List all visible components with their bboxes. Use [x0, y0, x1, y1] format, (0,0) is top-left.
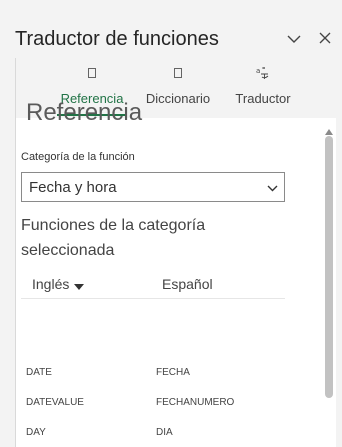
dictionary-icon [171, 66, 185, 80]
english-function-name: DATEVALUE [26, 397, 84, 408]
column-header-spanish[interactable]: Español [162, 276, 213, 292]
table-row[interactable]: DATE FECHA [21, 358, 285, 388]
category-select-value: Fecha y hora [29, 179, 117, 196]
spanish-function-name: FECHANUMERO [156, 397, 235, 408]
table-row[interactable]: DATEVALUE FECHANUMERO [21, 388, 285, 418]
english-function-name: DATE [26, 367, 52, 378]
category-select[interactable]: Fecha y hora [21, 172, 285, 202]
tab-label: Traductor [235, 91, 291, 106]
chevron-down-icon [266, 182, 278, 194]
pane-header: Traductor de funciones [0, 0, 342, 58]
spanish-function-name: FECHA [156, 367, 190, 378]
tab-label: Diccionario [145, 91, 211, 106]
svg-text:a: a [256, 67, 260, 75]
column-header-english[interactable]: Inglés [32, 276, 85, 293]
pane-title: Traductor de funciones [15, 28, 219, 50]
scrollbar-thumb[interactable] [325, 136, 333, 398]
spanish-function-name: DIA [156, 427, 173, 438]
book-icon [85, 66, 99, 80]
column-header-label: Inglés [32, 276, 70, 292]
category-label: Categoría de la función [21, 151, 135, 163]
close-button[interactable] [314, 29, 336, 51]
english-function-name: DAY [26, 427, 46, 438]
sort-descending-icon [74, 277, 85, 293]
column-header-label: Español [162, 276, 213, 292]
function-translator-pane: Traductor de funciones Referencia Diccio… [0, 0, 342, 447]
functions-heading: Funciones de la categoría seleccionada [21, 217, 206, 259]
translate-icon: a [256, 66, 270, 80]
scroll-up-icon[interactable] [325, 122, 333, 135]
table-row[interactable]: DAY DIA [21, 418, 285, 447]
close-icon [319, 31, 331, 49]
section-title: Referencia [26, 99, 143, 126]
tab-traductor[interactable]: a Traductor [228, 66, 298, 116]
collapse-button[interactable] [283, 29, 305, 51]
function-table-header: Inglés Español [21, 274, 285, 299]
tab-diccionario[interactable]: Diccionario [142, 66, 214, 116]
vertical-scrollbar[interactable] [322, 118, 336, 447]
chevron-down-icon [287, 31, 301, 49]
